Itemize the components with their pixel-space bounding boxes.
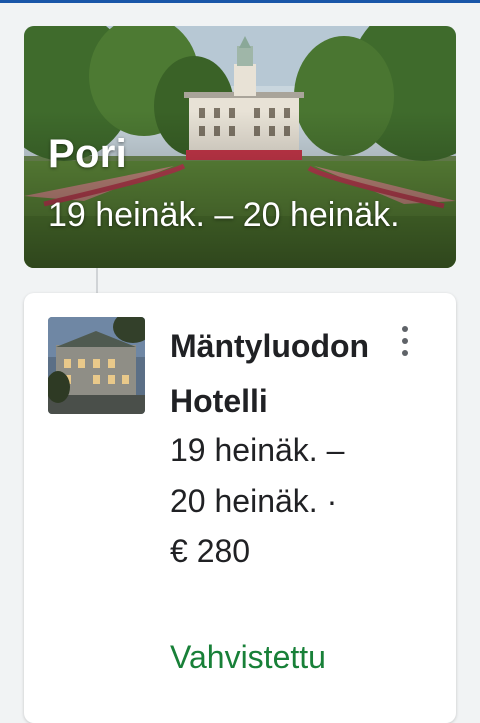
hotel-name[interactable]: Mäntyluodon Hotelli [170,319,370,429]
hotel-thumbnail[interactable] [48,317,145,414]
more-vertical-icon [402,326,408,332]
trip-destination-card[interactable]: Pori 19 heinäk. – 20 heinäk. [24,26,456,268]
top-accent-bar [0,0,480,3]
more-vertical-icon [402,350,408,356]
reservation-status: Vahvistettu [170,639,326,675]
trip-city-title: Pori [48,132,127,176]
timeline-connector [96,268,98,294]
reservation-dates: 19 heinäk. – 20 heinäk. · [170,432,345,519]
reservation-details: 19 heinäk. – 20 heinäk. · € 280 [170,425,360,577]
reservation-price: € 280 [170,533,251,569]
hotel-photo [48,317,145,414]
more-options-button[interactable] [390,321,420,361]
trip-dates: 19 heinäk. – 20 heinäk. [48,196,400,234]
hotel-reservation-card[interactable]: Mäntyluodon Hotelli 19 heinäk. – 20 hein… [24,293,456,723]
more-vertical-icon [402,338,408,344]
